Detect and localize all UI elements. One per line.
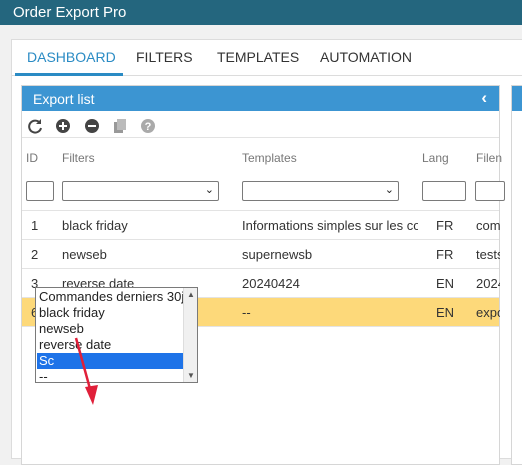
cell-filename: expor <box>476 305 500 320</box>
cell-filter: newseb <box>62 247 107 262</box>
column-header-id: ID <box>26 151 38 165</box>
table-row[interactable]: 1 black friday Informations simples sur … <box>22 210 500 239</box>
cell-lang: EN <box>436 305 455 320</box>
refresh-icon[interactable] <box>27 118 43 134</box>
cell-id: 1 <box>31 218 39 233</box>
right-panel-header <box>512 86 522 111</box>
chevron-down-icon: ⌄ <box>204 184 214 196</box>
cell-lang: FR <box>436 247 454 262</box>
app-title: Order Export Pro <box>13 4 127 21</box>
chevron-left-icon[interactable]: ‹ <box>481 88 487 108</box>
dropdown-option[interactable]: Commandes derniers 30j <box>37 289 183 305</box>
export-list-panel: Export list ‹ ? ID Filters Templates Lan… <box>21 85 505 465</box>
dropdown-option[interactable]: -- <box>37 369 183 383</box>
add-icon[interactable] <box>55 118 71 134</box>
panel-header: Export list ‹ <box>22 86 499 111</box>
column-header-lang: Lang <box>422 151 449 165</box>
remove-icon[interactable] <box>84 118 100 134</box>
copy-icon[interactable] <box>112 118 128 134</box>
scroll-up-icon[interactable]: ▲ <box>187 290 195 299</box>
cell-id: 2 <box>31 247 39 262</box>
lang-filter-input[interactable] <box>422 181 466 201</box>
dropdown-option[interactable]: black friday <box>37 305 183 321</box>
dropdown-option-highlighted[interactable]: Sc <box>37 353 183 369</box>
dropdown-option[interactable]: reverse date <box>37 337 183 353</box>
filters-filter-select[interactable]: ⌄ <box>62 181 219 201</box>
filename-filter-input[interactable] <box>475 181 505 201</box>
cell-filename: 20240 <box>476 276 500 291</box>
column-header-filename: Filen <box>476 151 503 165</box>
tab-dashboard[interactable]: DASHBOARD <box>27 49 116 65</box>
cell-template: 20240424 <box>242 276 300 291</box>
scroll-down-icon[interactable]: ▼ <box>187 371 195 380</box>
chevron-down-icon: ⌄ <box>384 184 394 196</box>
dropdown-scrollbar[interactable]: ▲ ▼ <box>183 288 197 382</box>
right-panel <box>511 85 522 465</box>
templates-filter-select[interactable]: ⌄ <box>242 181 399 201</box>
dropdown-option[interactable]: newseb <box>37 321 183 337</box>
id-filter-input[interactable] <box>26 181 54 201</box>
cell-filename: comm <box>476 218 500 233</box>
column-header-filters: Filters <box>62 151 95 165</box>
cell-template: supernewsb <box>242 247 313 262</box>
tab-automation[interactable]: AUTOMATION <box>320 49 412 65</box>
filter-dropdown-list[interactable]: Commandes derniers 30j black friday news… <box>35 287 198 383</box>
cell-template: Informations simples sur les con <box>242 218 418 233</box>
active-tab-indicator <box>15 73 123 76</box>
cell-filter: black friday <box>62 218 128 233</box>
cell-template: -- <box>242 305 251 320</box>
cell-filename: testse <box>476 247 500 262</box>
tab-filters[interactable]: FILTERS <box>136 49 193 65</box>
tab-bar: DASHBOARD FILTERS TEMPLATES AUTOMATION <box>12 40 522 76</box>
column-header-templates: Templates <box>242 151 297 165</box>
main-card: DASHBOARD FILTERS TEMPLATES AUTOMATION E… <box>11 39 522 465</box>
help-icon[interactable]: ? <box>140 118 156 134</box>
tab-templates[interactable]: TEMPLATES <box>217 49 299 65</box>
cell-lang: FR <box>436 218 454 233</box>
cell-lang: EN <box>436 276 455 291</box>
panel-title: Export list <box>33 91 95 107</box>
toolbar: ? <box>22 114 499 138</box>
app-title-bar: Order Export Pro <box>0 0 522 25</box>
table-row[interactable]: 2 newseb supernewsb FR testse <box>22 239 500 268</box>
svg-text:?: ? <box>145 121 152 133</box>
